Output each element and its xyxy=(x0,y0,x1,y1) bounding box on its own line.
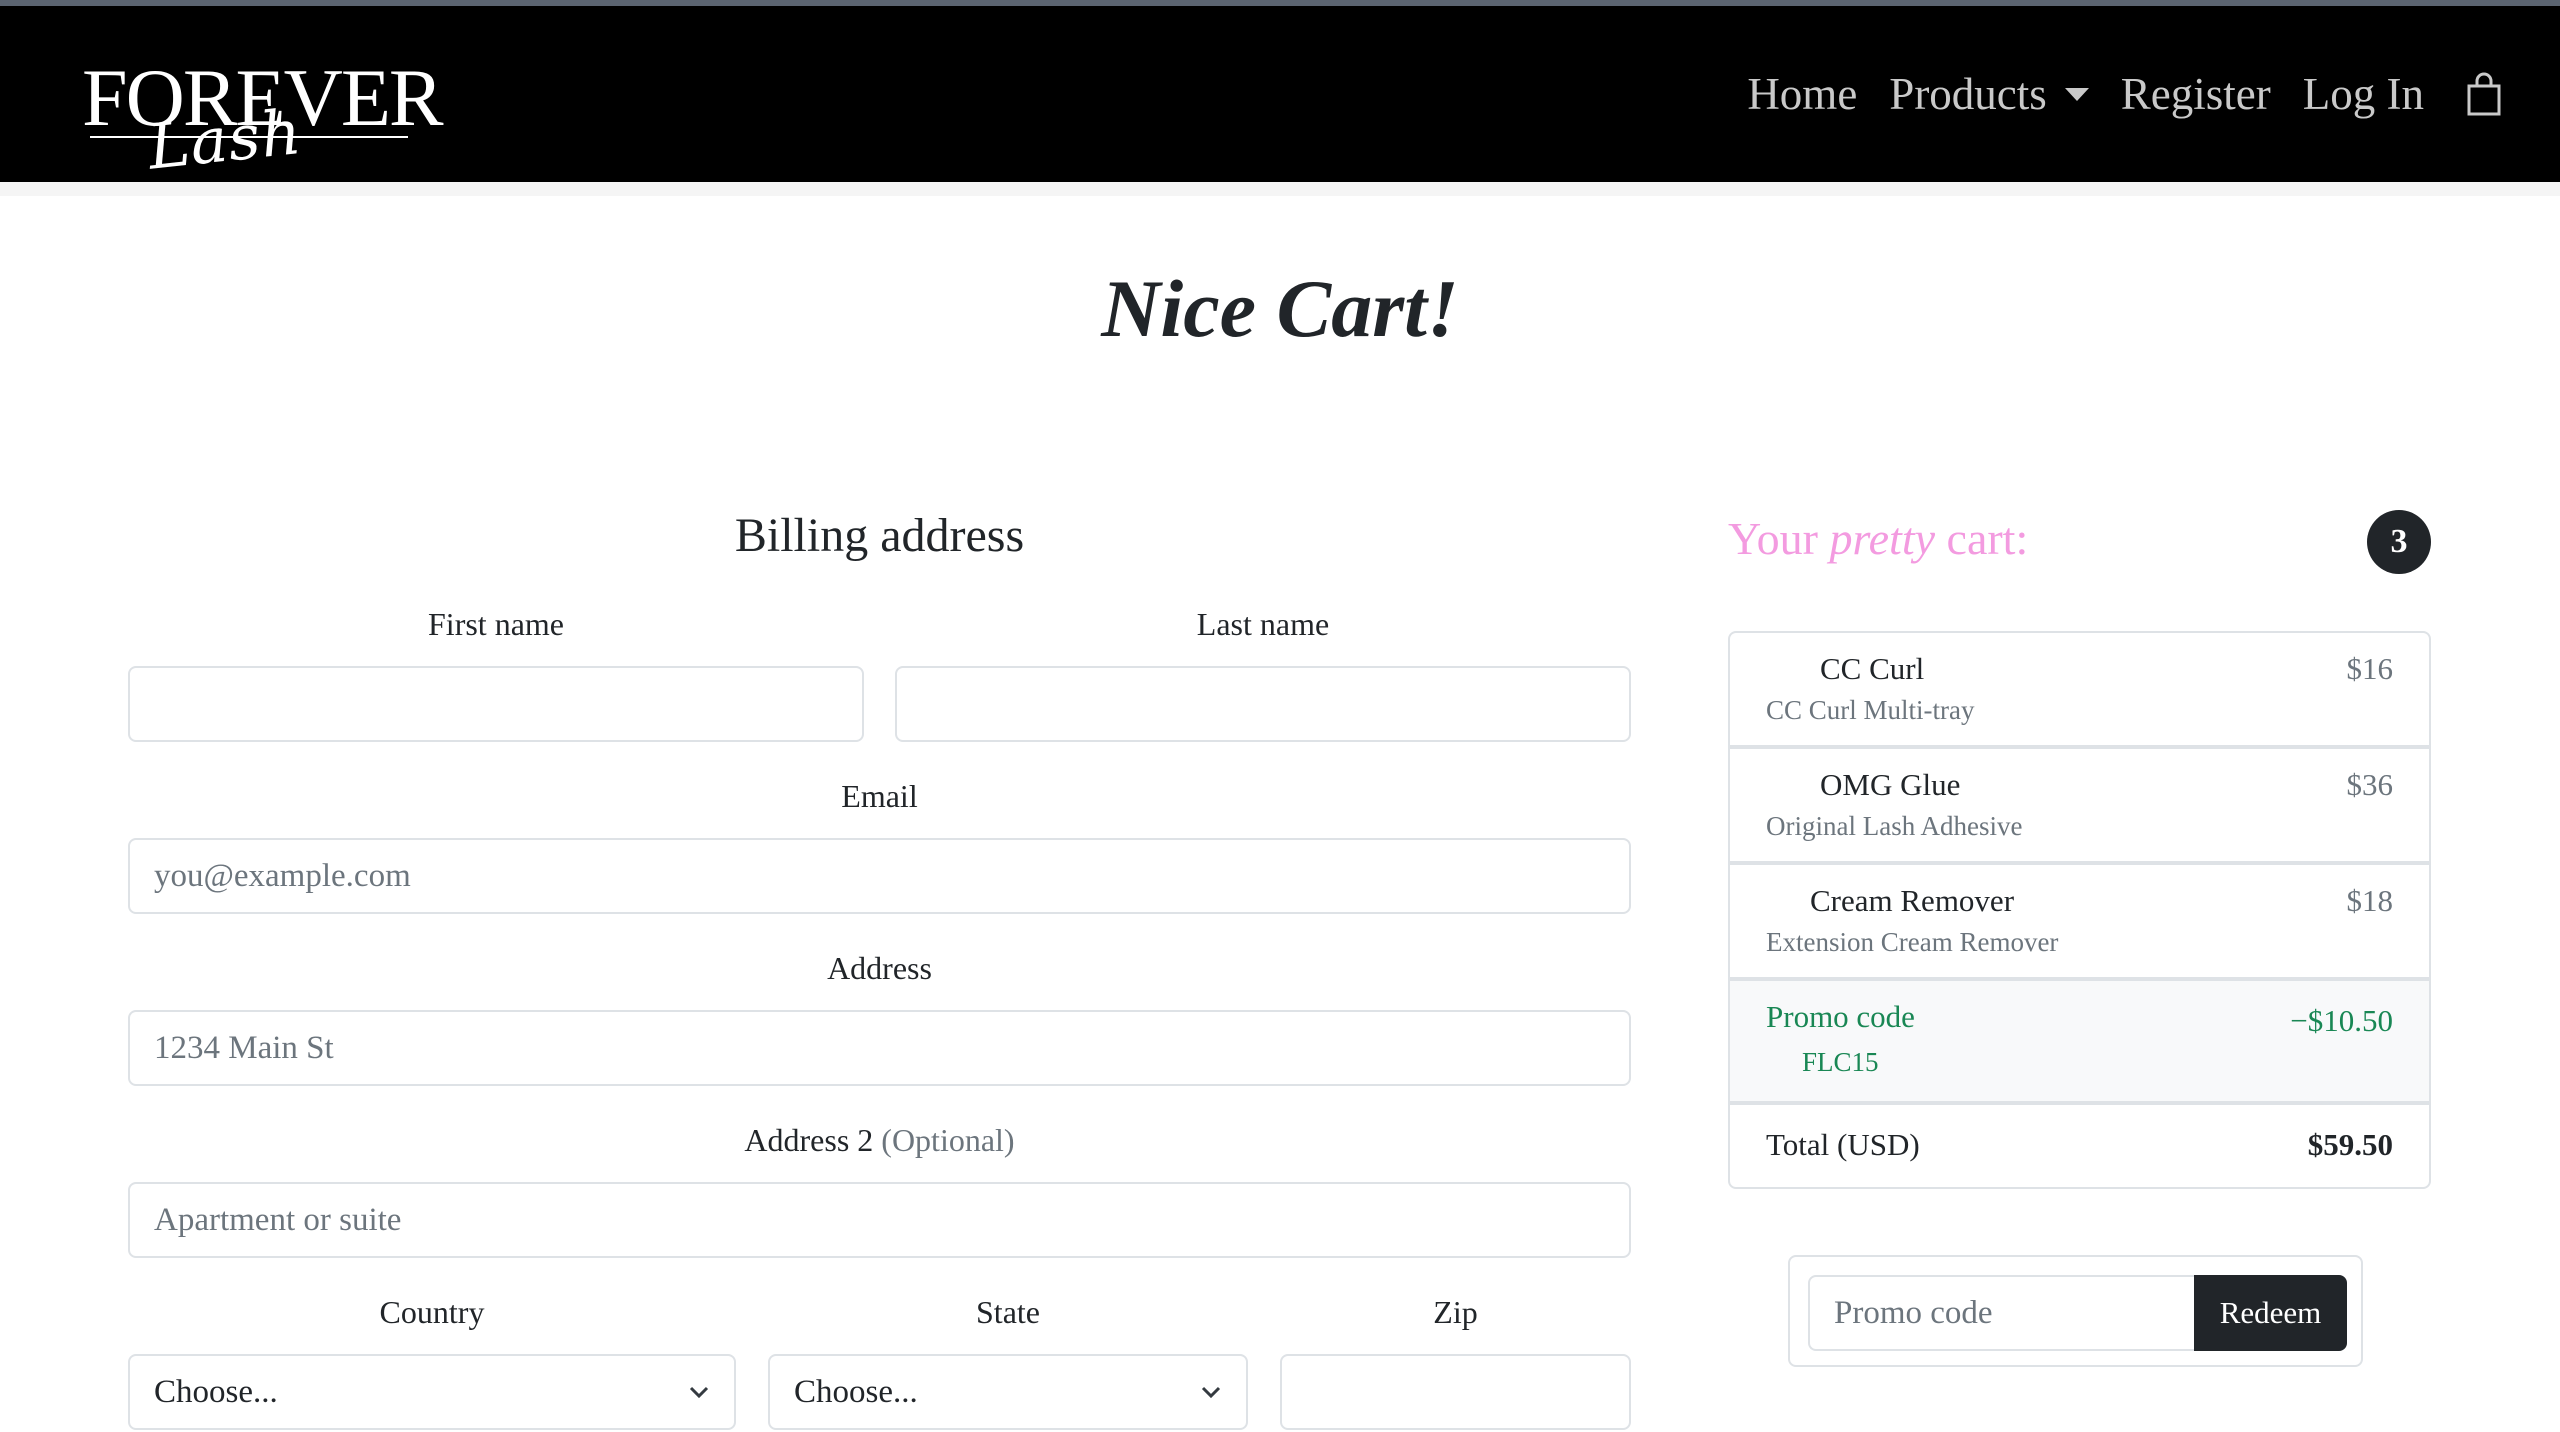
cart-count-badge: 3 xyxy=(2367,510,2431,574)
redeem-card: Promo code Redeem xyxy=(1788,1255,2363,1367)
cart-item-desc: Original Lash Adhesive xyxy=(1766,811,2023,841)
zip-label: Zip xyxy=(1433,1294,1478,1330)
nav-products-dropdown[interactable]: Products xyxy=(1889,68,2089,120)
nav-home[interactable]: Home xyxy=(1747,68,1857,120)
cart-item-desc: Extension Cream Remover xyxy=(1766,927,2059,957)
logo-underline xyxy=(90,136,408,138)
email-label: Email xyxy=(841,778,918,814)
brand-logo[interactable]: FOREVER Lash Co xyxy=(82,48,444,263)
cart-item: Cream Remover Extension Cream Remover $1… xyxy=(1728,863,2431,979)
chevron-down-icon xyxy=(1201,1386,1221,1399)
first-name-label: First name xyxy=(428,606,564,642)
nav-register[interactable]: Register xyxy=(2121,68,2271,120)
address-input[interactable]: 1234 Main St xyxy=(128,1010,1631,1086)
nav-menu: Home Products Register Log In xyxy=(1715,6,2504,182)
redeem-button[interactable]: Redeem xyxy=(2194,1275,2347,1351)
email-placeholder: you@example.com xyxy=(154,857,411,894)
cart-title: Your pretty cart: xyxy=(1728,512,2028,565)
cart-item-price: $36 xyxy=(2346,767,2394,802)
state-value: Choose... xyxy=(794,1373,918,1410)
nav-products-label: Products xyxy=(1889,69,2047,119)
email-input[interactable]: you@example.com xyxy=(128,838,1631,914)
promo-discount: −$10.50 xyxy=(2290,1003,2393,1038)
country-select[interactable]: Choose... xyxy=(128,1354,736,1430)
cart-item-desc: CC Curl Multi-tray xyxy=(1766,695,1975,725)
last-name-input[interactable] xyxy=(895,666,1631,742)
navbar-shadow xyxy=(0,182,2560,196)
promo-row: Promo code FLC15 −$10.50 xyxy=(1728,979,2431,1103)
address2-label-text: Address 2 xyxy=(744,1122,874,1158)
cart-title-suffix: cart: xyxy=(1935,513,2029,564)
cart-title-prefix: Your xyxy=(1728,513,1830,564)
country-value: Choose... xyxy=(154,1373,278,1410)
address2-input[interactable]: Apartment or suite xyxy=(128,1182,1631,1258)
page-title: Nice Cart! xyxy=(1101,263,1459,354)
promo-code-placeholder: Promo code xyxy=(1834,1294,1993,1331)
cart-title-emphasis: pretty xyxy=(1829,513,1936,564)
caret-down-icon xyxy=(2064,87,2089,101)
first-name-input[interactable] xyxy=(128,666,864,742)
zip-input[interactable] xyxy=(1280,1354,1631,1430)
cart-item-name: OMG Glue xyxy=(1820,767,1961,802)
cart-item: OMG Glue Original Lash Adhesive $36 xyxy=(1728,747,2431,863)
cart-item: CC Curl CC Curl Multi-tray $16 xyxy=(1728,631,2431,747)
address2-placeholder: Apartment or suite xyxy=(154,1201,402,1238)
state-label: State xyxy=(976,1294,1040,1330)
chevron-down-icon xyxy=(689,1386,709,1399)
navbar: FOREVER Lash Co Home Products Register L… xyxy=(0,6,2560,263)
nav-login[interactable]: Log In xyxy=(2303,68,2424,120)
state-select[interactable]: Choose... xyxy=(768,1354,1248,1430)
country-label: Country xyxy=(379,1294,485,1330)
promo-label: Promo code xyxy=(1766,999,1915,1034)
promo-code-input[interactable]: Promo code xyxy=(1808,1275,2194,1351)
total-row: Total (USD) $59.50 xyxy=(1728,1103,2431,1189)
billing-title: Billing address xyxy=(734,509,1025,562)
cart-item-price: $16 xyxy=(2346,651,2394,686)
last-name-label: Last name xyxy=(1196,606,1330,642)
address2-label: Address 2 (Optional) xyxy=(128,1122,1631,1159)
cart-item-name: Cream Remover xyxy=(1810,883,2015,918)
address-placeholder: 1234 Main St xyxy=(154,1029,334,1066)
promo-code-value: FLC15 xyxy=(1802,1047,1879,1077)
optional-hint: (Optional) xyxy=(881,1122,1015,1158)
address-label: Address xyxy=(827,950,932,986)
cart-item-price: $18 xyxy=(2346,883,2394,918)
logo-script: Lash Co xyxy=(144,94,306,264)
shopping-bag-icon[interactable] xyxy=(2464,70,2504,118)
total-label: Total (USD) xyxy=(1766,1127,1920,1162)
cart-item-name: CC Curl xyxy=(1820,651,1925,686)
total-amount: $59.50 xyxy=(2307,1127,2393,1162)
